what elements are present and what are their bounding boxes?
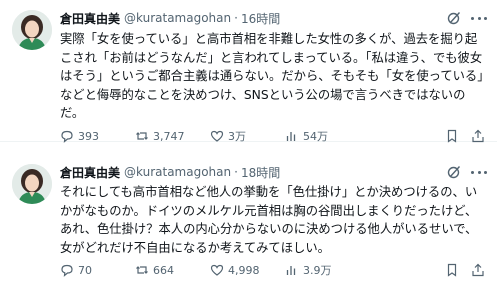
reply-icon — [61, 264, 73, 277]
avatar[interactable] — [12, 10, 52, 50]
views-icon — [286, 266, 296, 275]
bookmark-icon[interactable] — [445, 263, 459, 277]
avatar[interactable] — [12, 164, 52, 204]
separator-dot: · — [234, 11, 238, 25]
grok-icon[interactable] — [447, 165, 461, 179]
heart-icon — [210, 130, 224, 142]
reply-button[interactable]: 393 — [60, 129, 135, 143]
views-count: 3.9万 — [303, 264, 332, 277]
author-handle[interactable]: @kuratamagohan — [124, 11, 231, 25]
action-bar: 70 664 4,998 3.9万 — [60, 262, 485, 278]
like-count: 4,998 — [228, 263, 260, 277]
reply-icon — [61, 130, 73, 143]
repost-icon — [136, 132, 148, 140]
more-icon[interactable] — [471, 11, 487, 25]
views-icon — [286, 132, 296, 141]
reply-count: 70 — [78, 263, 92, 277]
tweet-header: 倉田真由美 @kuratamagohan · 18時間 — [60, 162, 487, 182]
views-button[interactable]: 3.9万 — [285, 262, 360, 278]
bookmark-icon[interactable] — [445, 129, 459, 143]
tweet-text: 実際「女を使っている」と高市首相を非難した女性の多くが、過去を掘り起こされ「お前… — [60, 32, 484, 120]
tweet[interactable]: 倉田真由美 @kuratamagohan · 18時間 それにしても高市首相など… — [0, 142, 497, 285]
tweet[interactable]: 倉田真由美 @kuratamagohan · 16時間 実際「女を使っている」と… — [0, 0, 497, 143]
repost-button[interactable]: 3,747 — [135, 129, 210, 143]
author-name[interactable]: 倉田真由美 — [60, 164, 120, 181]
like-button[interactable]: 4,998 — [210, 263, 285, 277]
repost-button[interactable]: 664 — [135, 263, 210, 277]
reply-count: 393 — [78, 129, 99, 143]
timestamp[interactable]: 18時間 — [241, 164, 280, 181]
author-name[interactable]: 倉田真由美 — [60, 10, 120, 27]
tweet-text: それにしても高市首相など他人の挙動を「色仕掛け」とか決めつけるの、いかがなものか… — [60, 185, 478, 255]
repost-icon — [136, 266, 148, 274]
separator-dot: · — [234, 165, 238, 179]
reply-button[interactable]: 70 — [60, 263, 135, 277]
more-icon[interactable] — [471, 165, 487, 179]
grok-icon[interactable] — [447, 11, 461, 25]
repost-count: 664 — [153, 263, 174, 277]
heart-icon — [210, 264, 224, 276]
author-handle[interactable]: @kuratamagohan — [124, 165, 231, 179]
share-icon[interactable] — [471, 129, 485, 143]
repost-count: 3,747 — [153, 129, 185, 143]
tweet-header: 倉田真由美 @kuratamagohan · 16時間 — [60, 8, 487, 28]
timestamp[interactable]: 16時間 — [241, 10, 280, 27]
share-icon[interactable] — [471, 263, 485, 277]
